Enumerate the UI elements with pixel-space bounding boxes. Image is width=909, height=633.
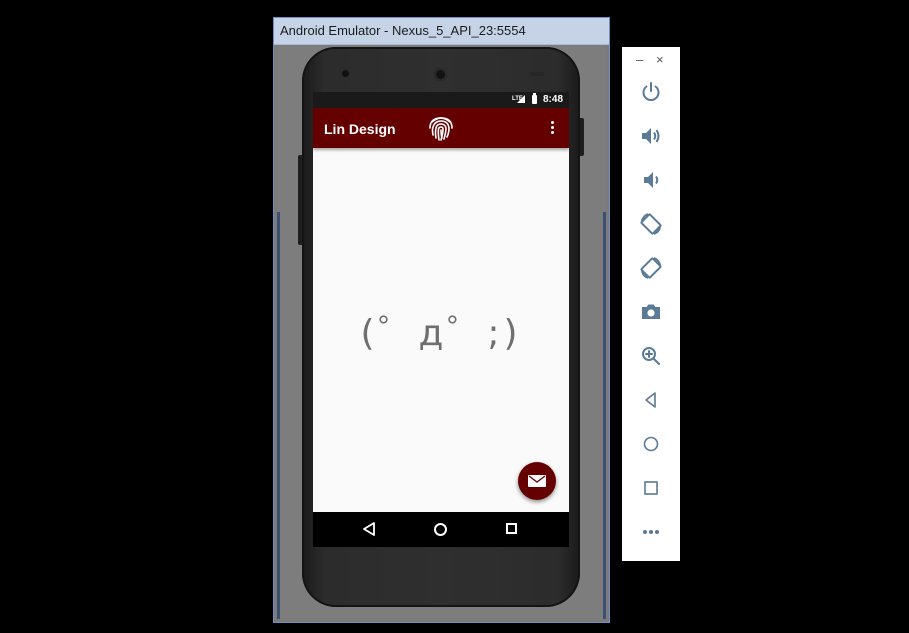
kaomoji-text: (゜д゜;) [360,313,522,354]
power-button[interactable] [639,80,663,104]
app-bar: Lin Design [313,108,569,148]
emulator-titlebar[interactable]: Android Emulator - Nexus_5_API_23:5554 [274,18,609,45]
battery-icon [532,93,537,104]
rotate-right-icon [640,257,662,279]
navigation-bar [313,512,569,547]
home-icon[interactable] [434,523,447,536]
zoom-button[interactable] [639,344,663,368]
back-icon[interactable] [362,522,376,536]
volume-down-icon [644,172,659,188]
volume-up-button[interactable] [639,124,663,148]
phone-speaker [342,70,349,77]
volume-up-icon [642,128,660,144]
status-time: 8:48 [543,94,564,105]
phone-camera [434,68,447,81]
mail-icon [528,475,546,487]
recents-icon[interactable] [506,523,517,534]
home-icon [643,436,659,452]
back-icon [645,392,656,408]
frame-strip-right [603,212,606,619]
toolbar-back-button[interactable] [639,388,663,412]
phone-power-button [580,118,584,156]
app-title: Lin Design [324,121,396,137]
rotate-left-icon [640,213,662,235]
overview-icon [644,481,658,495]
status-bar: LTE 8:48 [313,92,569,108]
window-title: Android Emulator - Nexus_5_API_23:5554 [280,23,526,38]
zoom-icon [642,347,660,365]
emulator-toolbar: – × [622,47,680,561]
power-icon [642,82,660,101]
rotate-left-button[interactable] [639,212,663,236]
fingerprint-icon[interactable] [426,113,456,143]
more-button[interactable] [639,520,663,544]
overflow-menu-icon[interactable] [548,121,556,135]
screenshot-button[interactable] [639,300,663,324]
close-button[interactable]: × [656,52,664,67]
phone-screen[interactable]: LTE 8:48 Lin Design (゜д゜;) [313,92,569,547]
signal-icon [517,95,525,103]
toolbar-overview-button[interactable] [639,476,663,500]
volume-down-button[interactable] [639,168,663,192]
rotate-right-button[interactable] [639,256,663,280]
more-icon [643,530,659,534]
mail-fab-button[interactable] [518,462,556,500]
camera-icon [642,304,660,319]
phone-volume-button [298,155,302,245]
phone-sensor [530,72,544,76]
toolbar-home-button[interactable] [639,432,663,456]
minimize-button[interactable]: – [636,52,643,67]
frame-strip-left [277,212,280,619]
